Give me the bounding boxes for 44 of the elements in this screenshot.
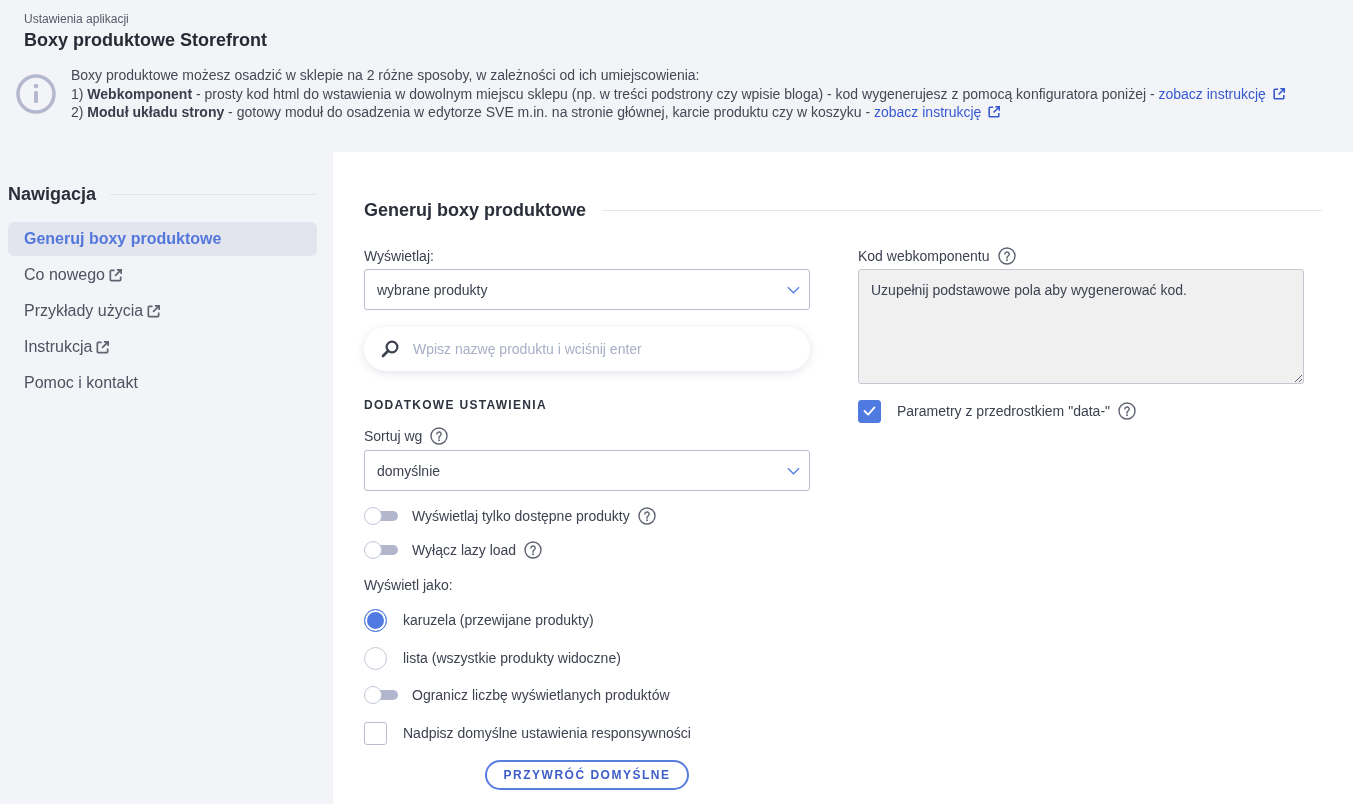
- checkbox[interactable]: [364, 721, 387, 745]
- option-label: Wyświetlaj tylko dostępne produkty: [412, 507, 630, 526]
- dropdown-field[interactable]: wybrane produkty: [364, 269, 810, 310]
- section-title: Generuj boxy produktowe: [364, 199, 587, 222]
- option-label: karuzela (przewijane produkty): [403, 611, 594, 630]
- nav-item[interactable]: Instrukcja: [8, 330, 111, 364]
- option-label: Nadpisz domyślne ustawienia responsywności: [403, 724, 691, 743]
- instructions-link[interactable]: zobacz instrukcję: [1158, 85, 1286, 102]
- external-link-icon: [987, 105, 1002, 119]
- info-text: 1) Webkomponent - prosty kod html do wstawienia w dowolnym miejscu sklepu (np. w treści podstrony czy wpisie bloga) - kod wygenerujesz z pomocą konfiguratora poniżej - zobacz instrukcję: [71, 84, 1286, 103]
- radio-button[interactable]: [364, 646, 387, 670]
- chevron-down-icon: [787, 285, 800, 294]
- code-textarea[interactable]: Uzupełnij podstawowe pola aby wygenerować kod.: [858, 269, 1304, 384]
- toggle-switch[interactable]: [364, 507, 398, 525]
- section-heading: DODATKOWE USTAWIENIA: [364, 398, 547, 412]
- instructions-link[interactable]: zobacz instrukcję: [874, 104, 1002, 120]
- info-text: Boxy produktowe możesz osadzić w sklepie na 2 różne sposoby, w zależności od ich umiejscowienia:: [71, 66, 700, 85]
- info-text: 2) Moduł układu strony - gotowy moduł do osadzenia w edytorze SVE m.in. na stronie głównej, karcie produktu czy w koszyku - zobacz instrukcję: [71, 103, 1002, 122]
- nav-item[interactable]: Co nowego: [8, 258, 123, 292]
- checkbox[interactable]: [858, 399, 881, 423]
- reset-button[interactable]: PRZYWRÓĆ DOMYŚLNE: [484, 760, 690, 790]
- nav-item[interactable]: Pomoc i kontakt: [8, 366, 138, 400]
- checkmark-icon: [863, 406, 876, 416]
- option-label: Wyłącz lazy load: [412, 541, 517, 560]
- breadcrumb-text: Ustawienia aplikacji: [24, 11, 129, 27]
- external-link-icon: [1271, 86, 1286, 101]
- field-label: Kod webkomponentu: [858, 247, 990, 266]
- info-icon: [16, 73, 56, 114]
- option-label: Parametry z przedrostkiem "data-": [897, 402, 1110, 421]
- search-field[interactable]: Wpisz nazwę produktu i wciśnij enter: [364, 327, 810, 371]
- page-title: Boxy produktowe Storefront: [24, 29, 267, 52]
- sidebar-heading: Nawigacja: [8, 183, 97, 206]
- option-label: Ogranicz liczbę wyświetlanych produktów: [412, 686, 670, 705]
- option-label: lista (wszystkie produkty widoczne): [403, 649, 621, 668]
- chevron-down-icon: [787, 466, 800, 475]
- nav-item[interactable]: Przykłady użycia: [8, 294, 162, 328]
- field-label: Sortuj wg: [364, 427, 423, 446]
- search-icon: [380, 339, 400, 359]
- toggle-switch[interactable]: [364, 541, 398, 559]
- toggle-switch[interactable]: [364, 686, 398, 704]
- field-label: Wyświetl jako:: [364, 576, 453, 595]
- radio-button[interactable]: [364, 608, 387, 632]
- dropdown-field[interactable]: domyślnie: [364, 450, 810, 491]
- field-label: Wyświetlaj:: [364, 247, 434, 266]
